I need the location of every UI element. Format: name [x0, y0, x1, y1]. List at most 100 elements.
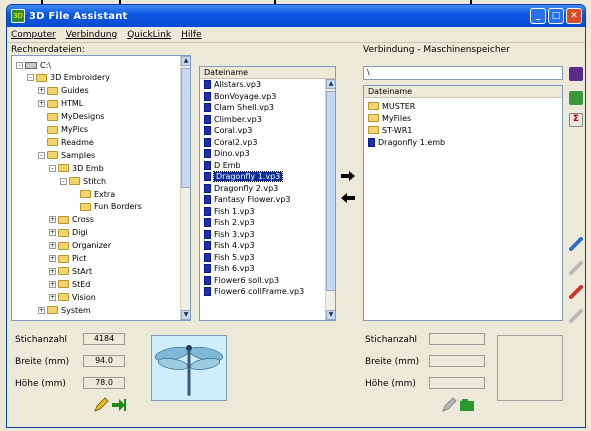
expand-icon[interactable]: +: [49, 255, 56, 262]
tree-item[interactable]: - Stitch: [60, 176, 106, 186]
tree-item[interactable]: MyPics: [38, 125, 88, 135]
tree-scrollbar[interactable]: ▲ ▼: [180, 56, 190, 320]
scroll-up-icon[interactable]: ▲: [181, 56, 190, 66]
scroll-up-icon[interactable]: ▲: [326, 79, 335, 89]
menu-computer[interactable]: Computer: [11, 30, 56, 40]
file-row[interactable]: Clam Shell.vp3: [200, 102, 335, 114]
file-list[interactable]: Dateiname Allstars.vp3 BonVoyage.vp3 Clam …: [199, 66, 336, 321]
tree-item[interactable]: - C:\: [16, 60, 51, 70]
expand-icon[interactable]: +: [49, 280, 56, 288]
expand-icon[interactable]: +: [38, 87, 45, 95]
file-name: Fish 2.vp3: [214, 218, 255, 228]
import-design-button[interactable]: [111, 397, 127, 413]
tree-item[interactable]: + HTML: [38, 99, 83, 109]
machine-item[interactable]: MyFiles: [364, 112, 562, 124]
tree-item[interactable]: Readme: [38, 137, 94, 147]
expand-icon[interactable]: +: [49, 216, 56, 224]
tree-item[interactable]: + Cross: [49, 215, 94, 225]
file-row[interactable]: Fish 5.vp3: [200, 252, 335, 264]
tree-item[interactable]: + Pict: [49, 254, 86, 264]
tree-item[interactable]: + System: [38, 305, 91, 315]
close-button[interactable]: ✕: [566, 8, 582, 24]
tree-item[interactable]: + Digi: [49, 228, 88, 238]
file-row[interactable]: Dragonfly 1.vp3: [200, 171, 335, 183]
tree-item[interactable]: + Guides: [38, 86, 89, 96]
maximize-button[interactable]: □: [548, 8, 564, 24]
tree-item[interactable]: - Samples: [38, 150, 95, 160]
file-row[interactable]: Dino.vp3: [200, 148, 335, 160]
file-row[interactable]: Climber.vp3: [200, 114, 335, 126]
file-row[interactable]: Allstars.vp3: [200, 79, 335, 91]
collapse-icon[interactable]: -: [49, 164, 56, 172]
scroll-thumb[interactable]: [326, 91, 335, 291]
machine-edit-button[interactable]: [441, 397, 457, 413]
collapse-icon[interactable]: -: [16, 61, 23, 69]
tree-item[interactable]: MyDesigns: [38, 112, 104, 122]
menu-verbindung[interactable]: Verbindung: [66, 30, 117, 40]
transfer-left-button[interactable]: [340, 191, 356, 204]
transfer-right-button[interactable]: [340, 169, 356, 182]
menu-hilfe[interactable]: Hilfe: [181, 30, 201, 40]
right-pane-label: Verbindung - Maschinenspeicher: [363, 45, 510, 55]
minimize-button[interactable]: _: [530, 8, 546, 24]
tree-item[interactable]: + Vision: [49, 292, 96, 302]
scroll-down-icon[interactable]: ▼: [326, 310, 335, 320]
collapse-icon[interactable]: -: [60, 177, 67, 185]
scroll-down-icon[interactable]: ▼: [181, 310, 190, 320]
delete-pencil-disabled-icon[interactable]: [569, 309, 583, 323]
tree-item-label: Guides: [61, 86, 89, 96]
tree-item[interactable]: - 3D Emb: [49, 163, 104, 173]
folder-icon: [47, 125, 58, 134]
folder-tree[interactable]: ▲ ▼ - C:\ -3D Embroidery + Guides + HTML MyDesi…: [11, 55, 191, 321]
new-folder-icon[interactable]: [569, 91, 583, 105]
file-row[interactable]: Fish 1.vp3: [200, 206, 335, 218]
menu-quicklink[interactable]: QuickLink: [127, 30, 171, 40]
file-row[interactable]: Fish 3.vp3: [200, 229, 335, 241]
collapse-icon[interactable]: -: [38, 151, 45, 159]
expand-icon[interactable]: +: [38, 100, 45, 108]
file-list-header[interactable]: Dateiname: [200, 67, 335, 79]
scroll-thumb[interactable]: [181, 68, 190, 188]
machine-item[interactable]: ST-WR1: [364, 124, 562, 136]
edit-design-button[interactable]: [93, 397, 109, 413]
machine-file-list[interactable]: Dateiname MUSTER MyFiles ST-WR1 Dragonfly 1…: [363, 85, 563, 321]
tree-item[interactable]: Extra: [71, 189, 115, 199]
expand-icon[interactable]: +: [49, 293, 56, 301]
tree-item[interactable]: + StEd: [49, 279, 90, 289]
expand-icon[interactable]: +: [38, 306, 45, 314]
file-row[interactable]: Coral.vp3: [200, 125, 335, 137]
file-row[interactable]: Flower6 collFrame.vp3: [200, 286, 335, 298]
file-name: Flower6 collFrame.vp3: [214, 287, 305, 297]
edit-pencil-disabled-icon[interactable]: [569, 261, 583, 275]
machine-item[interactable]: MUSTER: [364, 100, 562, 112]
file-row[interactable]: Fish 2.vp3: [200, 217, 335, 229]
file-row[interactable]: Fish 6.vp3: [200, 263, 335, 275]
tree-item[interactable]: - 3D Embroidery: [27, 73, 110, 83]
file-row[interactable]: Fantasy Flower.vp3: [200, 194, 335, 206]
expand-icon[interactable]: +: [49, 242, 56, 250]
file-row[interactable]: Coral2.vp3: [200, 137, 335, 149]
machine-connect-icon[interactable]: [569, 67, 583, 81]
file-row[interactable]: D Emb: [200, 160, 335, 172]
tree-item[interactable]: + Organizer: [49, 241, 111, 251]
file-row[interactable]: BonVoyage.vp3: [200, 91, 335, 103]
properties-icon[interactable]: Σ: [569, 113, 583, 127]
delete-pencil-icon[interactable]: [569, 285, 583, 299]
folder-icon: [47, 138, 58, 147]
tree-item[interactable]: Fun Borders: [71, 202, 142, 212]
file-row[interactable]: Flower6 soll.vp3: [200, 275, 335, 287]
collapse-icon[interactable]: -: [27, 74, 34, 82]
tree-item[interactable]: + StArt: [49, 266, 92, 276]
expand-icon[interactable]: +: [49, 267, 56, 275]
tree-item-label: Samples: [61, 150, 96, 160]
embroidery-file-icon: [204, 160, 211, 170]
machine-item[interactable]: Dragonfly 1.emb: [364, 136, 562, 148]
expand-icon[interactable]: +: [49, 229, 56, 237]
machine-open-button[interactable]: [459, 397, 475, 413]
machine-path-field[interactable]: \: [363, 66, 563, 80]
file-list-scrollbar[interactable]: ▲ ▼: [325, 79, 335, 320]
machine-list-header[interactable]: Dateiname: [364, 86, 562, 98]
file-row[interactable]: Dragonfly 2.vp3: [200, 183, 335, 195]
file-row[interactable]: Fish 4.vp3: [200, 240, 335, 252]
edit-pencil-icon[interactable]: [569, 237, 583, 251]
